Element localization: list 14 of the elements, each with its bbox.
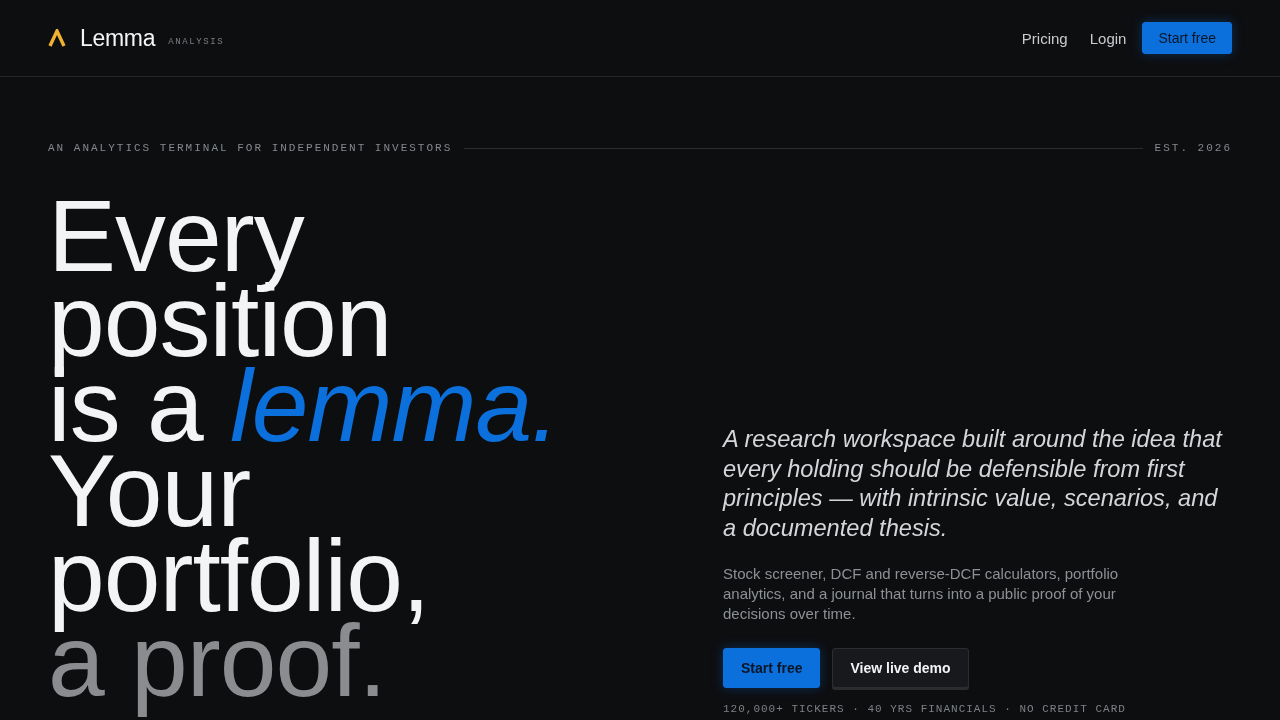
established-text: EST. 2026	[1154, 142, 1232, 154]
lead-paragraph: A research workspace built around the idea that every holding should be defensible from first principles — with intrinsic value, scenarios, and a documented thesis.	[723, 425, 1224, 543]
demo-button[interactable]: View live demo	[832, 648, 969, 688]
description-paragraph: Stock screener, DCF and reverse-DCF calculators, portfolio analytics, and a journal that turns into a public proof of your decisions over time.	[723, 564, 1120, 624]
nav-link[interactable]: Pricing	[1021, 29, 1068, 47]
brand-name: Lemma	[80, 24, 156, 52]
start-free-button[interactable]: Start free	[723, 648, 821, 688]
brand-tagline: ANALYSIS	[168, 37, 225, 47]
hero-headline: Every position is a lemma. Your portfolio, a proof.	[48, 194, 560, 715]
chevron-logo-icon	[48, 29, 66, 47]
eyebrow-text: AN ANALYTICS TERMINAL FOR INDEPENDENT INVESTORS	[48, 142, 453, 154]
start-free-button[interactable]: Start free	[1142, 22, 1232, 54]
stats-line: 120,000+ TICKERS · 40 YRS FINANCIALS · NO CREDIT CARD	[723, 703, 1126, 715]
nav-link[interactable]: Login	[1089, 29, 1127, 47]
